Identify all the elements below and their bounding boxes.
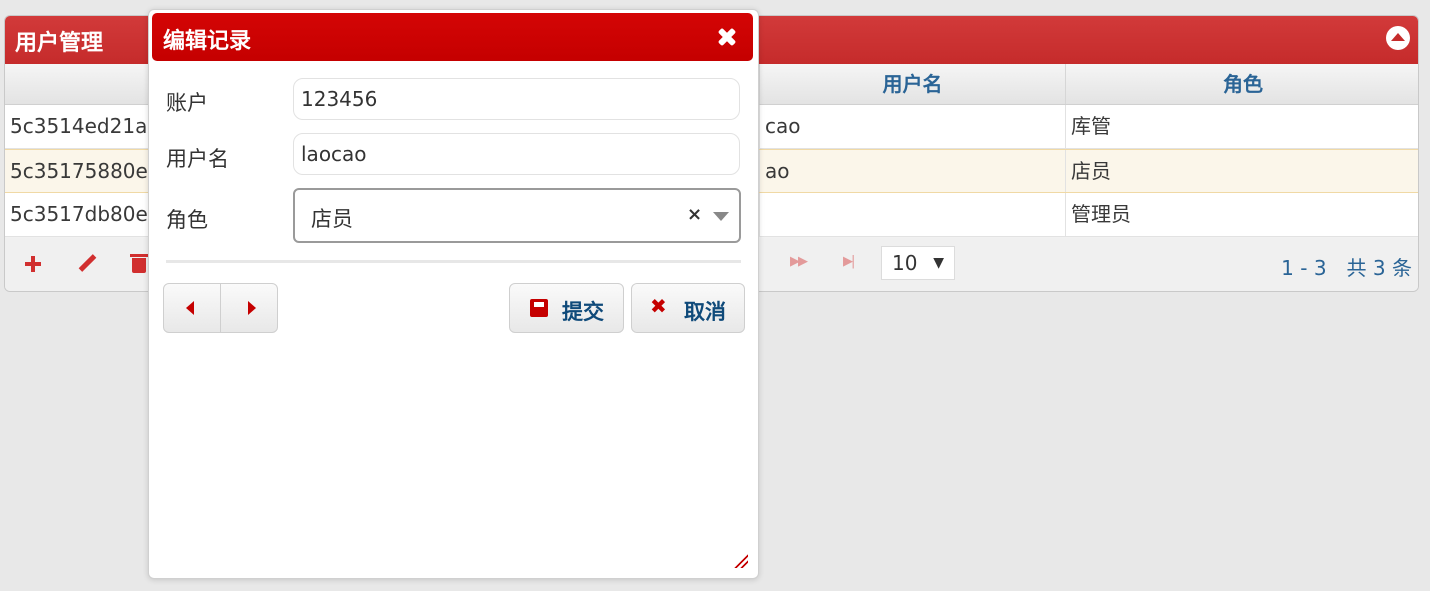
pager-info: 1 - 3 共 3 条 [1281,256,1412,280]
cancel-icon: ✖ [650,294,667,318]
panel-title: 用户管理 [15,31,104,56]
next-record-icon[interactable] [248,301,256,315]
record-nav-group [163,283,278,333]
dialog-title: 编辑记录 [163,29,252,54]
add-icon[interactable] [21,252,45,276]
page-size-select[interactable]: 10 [881,246,955,280]
close-icon[interactable] [715,25,739,49]
role-select[interactable]: 店员 × [293,188,741,243]
username-label: 用户名 [166,147,229,171]
edit-icon[interactable] [75,252,99,276]
edit-record-dialog: 编辑记录 账户 123456 用户名 laocao 角色 店员 × 提交 ✖ 取… [148,9,759,579]
dialog-title-bar[interactable]: 编辑记录 [152,13,753,61]
cell-role: 管理员 [1071,202,1131,226]
cell-role: 店员 [1071,159,1111,183]
account-label: 账户 [166,91,208,115]
prev-record-icon[interactable] [186,301,194,315]
cell-username: cao [760,105,1066,148]
role-select-value: 店员 [311,207,353,231]
chevron-down-icon[interactable] [713,212,729,221]
save-icon [530,299,548,317]
username-input[interactable]: laocao [293,133,740,175]
cell-username [760,193,1066,236]
next-page-icon[interactable]: ▶▶ [790,254,808,269]
column-header-role[interactable]: 角色 [1066,64,1418,104]
account-input[interactable]: 123456 [293,78,740,120]
collapse-icon[interactable] [1386,26,1410,50]
submit-label: 提交 [562,300,604,324]
cancel-label: 取消 [684,300,726,324]
clear-icon[interactable]: × [687,204,702,225]
cancel-button[interactable]: ✖ 取消 [631,283,745,333]
submit-button[interactable]: 提交 [509,283,624,333]
cell-username: ao [760,150,1066,192]
divider [166,260,741,263]
role-label: 角色 [166,208,208,232]
last-page-icon[interactable]: ▶| [843,254,855,269]
resize-handle-icon[interactable] [734,554,748,568]
nav-separator [220,284,221,332]
cell-role: 库管 [1071,114,1111,138]
column-header-username[interactable]: 用户名 [760,64,1066,104]
